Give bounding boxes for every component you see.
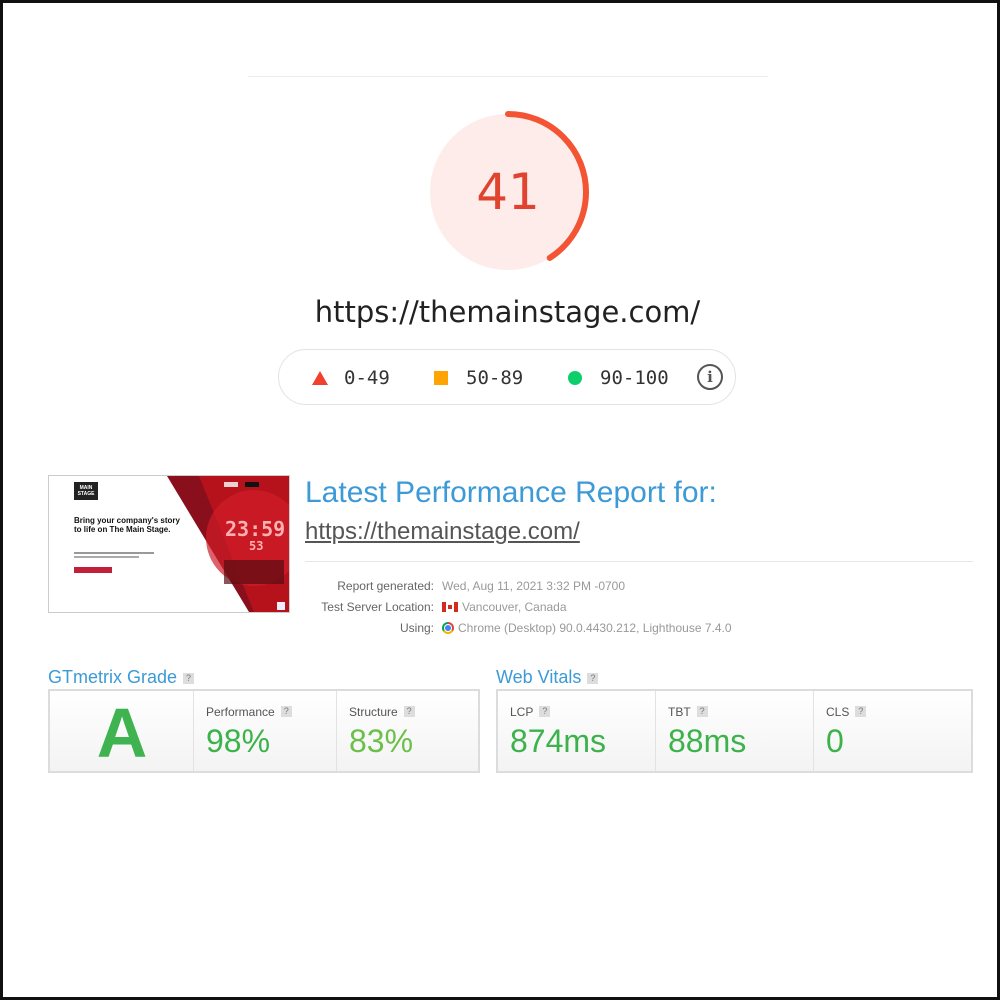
gtmetrix-grade-heading: GTmetrix Grade?: [48, 667, 195, 688]
structure-label: Structure?: [349, 705, 415, 719]
help-icon[interactable]: ?: [280, 706, 292, 717]
help-icon[interactable]: ?: [539, 706, 551, 717]
help-icon[interactable]: ?: [587, 673, 599, 684]
tested-url: https://themainstage.com/: [314, 295, 701, 329]
performance-cell: Performance? 98%: [194, 691, 337, 771]
performance-value: 98%: [206, 723, 271, 759]
tbt-value: 88ms: [668, 723, 747, 759]
using: Chrome (Desktop) 90.0.4430.212, Lighthou…: [442, 621, 732, 635]
cls-value: 0: [826, 723, 844, 759]
thumbnail-headline: Bring your company's story to life on Th…: [74, 516, 180, 534]
score-legend: 0-49 50-89 90-100 i: [278, 349, 736, 405]
help-icon[interactable]: ?: [183, 673, 195, 684]
performance-score-gauge: 41: [426, 110, 590, 274]
help-icon[interactable]: ?: [403, 706, 415, 717]
report-generated-value: Wed, Aug 11, 2021 3:32 PM -0700: [442, 579, 626, 593]
thumbnail-logo: MAIN STAGE: [74, 482, 98, 500]
chrome-icon: [442, 622, 454, 634]
server-location: Vancouver, Canada: [442, 600, 567, 614]
green-circle-icon: [568, 371, 582, 385]
structure-cell: Structure? 83%: [337, 691, 478, 771]
lcp-cell: LCP? 874ms: [498, 691, 656, 771]
report-url-link[interactable]: https://themainstage.com/: [305, 518, 580, 546]
gtmetrix-grade-letter: A: [96, 694, 148, 772]
thumbnail-clock-seconds: 53: [249, 539, 264, 553]
using-label: Using:: [399, 621, 434, 635]
thumbnail-cta-button: [74, 567, 112, 573]
help-icon[interactable]: ?: [696, 706, 708, 717]
cls-cell: CLS? 0: [814, 691, 971, 771]
help-icon[interactable]: ?: [855, 706, 867, 717]
tbt-cell: TBT? 88ms: [656, 691, 814, 771]
server-location-label: Test Server Location:: [321, 600, 434, 614]
legend-range-pass: 90-100: [600, 367, 669, 389]
performance-score: 41: [476, 163, 540, 221]
grade-cell: A: [50, 691, 194, 772]
red-triangle-icon: [312, 371, 328, 385]
server-location-value: Vancouver, Canada: [462, 600, 567, 614]
legend-range-fail: 0-49: [344, 367, 390, 389]
using-value: Chrome (Desktop) 90.0.4430.212, Lighthou…: [458, 621, 732, 635]
web-vitals-panel: LCP? 874ms TBT? 88ms CLS? 0: [496, 689, 973, 773]
structure-value: 83%: [349, 723, 414, 759]
thumbnail-clock: 23:59: [225, 517, 286, 541]
web-vitals-heading: Web Vitals?: [496, 667, 599, 688]
performance-label: Performance?: [206, 705, 292, 719]
legend-range-average: 50-89: [466, 367, 524, 389]
thumbnail-subtext: [74, 556, 139, 558]
web-vitals-title: Web Vitals: [496, 667, 582, 687]
lcp-label: LCP?: [510, 705, 551, 719]
cls-label: CLS?: [826, 705, 867, 719]
top-divider: [248, 76, 768, 77]
report-title: Latest Performance Report for:: [305, 476, 717, 509]
report-generated-label: Report generated:: [337, 579, 434, 593]
lcp-value: 874ms: [510, 723, 607, 759]
report-divider: [305, 561, 973, 562]
orange-square-icon: [434, 371, 448, 385]
gtmetrix-grade-title: GTmetrix Grade: [48, 667, 178, 687]
info-icon[interactable]: i: [697, 364, 723, 390]
tbt-label: TBT?: [668, 705, 708, 719]
thumbnail-subtext: [74, 552, 154, 554]
gtmetrix-grade-panel: A Performance? 98% Structure? 83%: [48, 689, 480, 773]
canada-flag-icon: [442, 602, 458, 612]
